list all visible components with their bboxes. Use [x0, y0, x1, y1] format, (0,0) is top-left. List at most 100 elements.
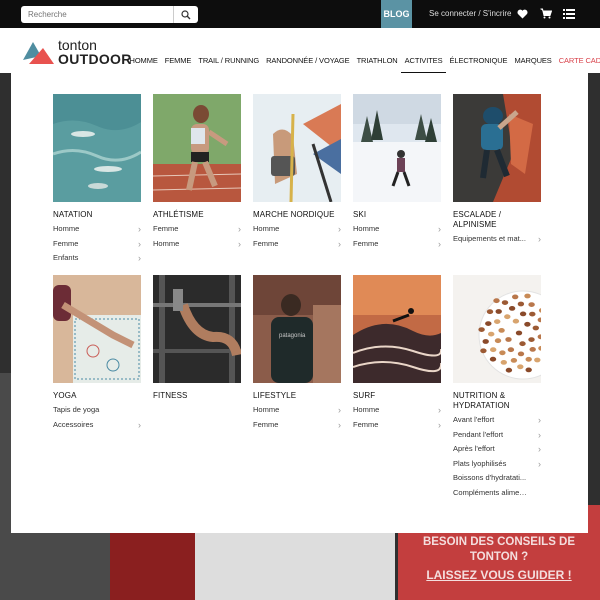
- category-link[interactable]: Accessoires ›: [53, 418, 141, 433]
- site-logo[interactable]: tonton OUTDOOR: [21, 34, 131, 67]
- category-link[interactable]: Homme ›: [353, 222, 441, 237]
- category-link[interactable]: Homme ›: [353, 403, 441, 418]
- category-link[interactable]: Boissons d'hydratati...: [453, 471, 541, 486]
- chevron-right-icon: ›: [238, 238, 241, 249]
- category-link-label: Accessoires: [53, 419, 94, 429]
- search-button[interactable]: [173, 6, 198, 23]
- advice-banner-link[interactable]: LAISSEZ VOUS GUIDER !: [398, 568, 600, 582]
- svg-text:patagonia: patagonia: [279, 333, 306, 339]
- chevron-right-icon: ›: [438, 405, 441, 415]
- category-image-fitness[interactable]: [153, 275, 241, 383]
- category-link-label: Femme: [353, 419, 379, 429]
- category-title[interactable]: YOGA: [53, 391, 141, 401]
- heart-icon[interactable]: [517, 9, 528, 19]
- category-link[interactable]: Femme ›: [353, 418, 441, 433]
- category-links: Homme › Femme ›: [353, 222, 441, 251]
- chevron-right-icon: ›: [538, 415, 541, 425]
- category-link[interactable]: Femme ›: [253, 418, 341, 433]
- category-links: Homme › Femme › Enfants ›: [53, 222, 141, 266]
- category-image-escalade-alpinisme[interactable]: [453, 94, 541, 202]
- category-title[interactable]: NUTRITION & HYDRATATION: [453, 391, 541, 411]
- category-title[interactable]: SKI: [353, 210, 441, 220]
- chevron-right-icon: ›: [338, 238, 341, 249]
- category-image-ski[interactable]: [353, 94, 441, 202]
- category-title[interactable]: NATATION: [53, 210, 141, 220]
- hero-image-center: [195, 533, 395, 600]
- category-link[interactable]: Enfants ›: [53, 251, 141, 266]
- blog-link[interactable]: BLOG: [381, 0, 412, 28]
- nav-item-femme[interactable]: FEMME: [161, 56, 195, 68]
- category-link-label: Homme: [353, 405, 380, 414]
- category-link[interactable]: Equipements et mat... ›: [453, 232, 541, 247]
- category-links: Avant l'effort › Pendant l'effort › Après l'…: [453, 413, 541, 500]
- category-link[interactable]: Homme ›: [53, 222, 141, 237]
- category-image-marche-nordique[interactable]: [253, 94, 341, 202]
- login-link[interactable]: Se connecter / S'incrire: [429, 9, 511, 18]
- chevron-right-icon: ›: [438, 224, 441, 234]
- category-link-label: Pendant l'effort: [453, 429, 504, 439]
- chevron-right-icon: ›: [538, 458, 541, 469]
- category-link-label: Boissons d'hydratati...: [453, 473, 527, 482]
- chevron-right-icon: ›: [138, 224, 141, 234]
- chevron-right-icon: ›: [238, 224, 241, 234]
- nav-item-randonn-e-voyage[interactable]: RANDONNÉE / VOYAGE: [263, 56, 354, 68]
- category-link[interactable]: Homme ›: [253, 403, 341, 418]
- chevron-right-icon: ›: [338, 405, 341, 415]
- category-lifestyle: patagonia LIFESTYLE Homme › Femme ›: [253, 275, 341, 432]
- category-link-label: Femme: [253, 238, 279, 248]
- nav-item-homme[interactable]: HOMME: [126, 56, 161, 68]
- category-image-natation[interactable]: [53, 94, 141, 202]
- chevron-right-icon: ›: [138, 253, 141, 263]
- category-link[interactable]: Femme ›: [53, 237, 141, 252]
- chevron-right-icon: ›: [538, 429, 541, 440]
- category-link[interactable]: Tapis de yoga: [53, 403, 141, 418]
- category-links: Homme › Femme ›: [353, 403, 441, 432]
- category-link-label: Femme: [153, 224, 179, 233]
- nav-item-activites[interactable]: ACTIVITES: [401, 56, 446, 74]
- category-link[interactable]: Pendant l'effort ›: [453, 428, 541, 443]
- search-input[interactable]: [21, 6, 178, 23]
- category-link-label: Enfants: [53, 253, 79, 262]
- category-fitness: FITNESS: [153, 275, 241, 403]
- cart-icon[interactable]: [540, 8, 552, 19]
- category-escalade-alpinisme: ESCALADE / ALPINISME Equipements et mat..…: [453, 94, 541, 247]
- logo-text-bottom: OUTDOOR: [58, 51, 132, 67]
- category-link-label: Avant l'effort: [453, 415, 495, 424]
- category-title[interactable]: ESCALADE / ALPINISME: [453, 210, 541, 230]
- chevron-right-icon: ›: [338, 419, 341, 430]
- menu-icon[interactable]: [563, 9, 575, 19]
- nav-item-carte-cadeau[interactable]: CARTE CADEAU: [555, 56, 600, 68]
- category-link[interactable]: Femme ›: [153, 222, 241, 237]
- category-title[interactable]: ATHLÉTISME: [153, 210, 241, 220]
- category-link[interactable]: Plats lyophilisés ›: [453, 457, 541, 472]
- category-image-nutrition-hydratation[interactable]: [453, 275, 541, 383]
- category-link[interactable]: Avant l'effort ›: [453, 413, 541, 428]
- category-links: Homme › Femme ›: [253, 222, 341, 251]
- category-link[interactable]: Femme ›: [253, 237, 341, 252]
- nav-item-marques[interactable]: MARQUES: [511, 56, 555, 68]
- category-image-yoga[interactable]: [53, 275, 141, 383]
- chevron-right-icon: ›: [338, 224, 341, 234]
- category-image-lifestyle[interactable]: patagonia: [253, 275, 341, 383]
- category-link[interactable]: Homme ›: [153, 237, 241, 252]
- category-title[interactable]: MARCHE NORDIQUE: [253, 210, 341, 220]
- nav-item--lectronique[interactable]: ÉLECTRONIQUE: [446, 56, 511, 68]
- nav-item-trail-running[interactable]: TRAIL / RUNNING: [195, 56, 263, 68]
- category-title[interactable]: FITNESS: [153, 391, 241, 401]
- category-title[interactable]: SURF: [353, 391, 441, 401]
- nav-item-triathlon[interactable]: TRIATHLON: [353, 56, 401, 68]
- category-surf: SURF Homme › Femme ›: [353, 275, 441, 432]
- top-bar: BLOG Se connecter / S'incrire: [0, 0, 600, 28]
- category-link-label: Plats lyophilisés: [453, 458, 507, 468]
- category-image-athletisme[interactable]: [153, 94, 241, 202]
- category-link[interactable]: Femme ›: [353, 237, 441, 252]
- category-link[interactable]: Compléments alimen...: [453, 486, 541, 501]
- main-nav: HOMME FEMME TRAIL / RUNNING RANDONNÉE / VOY…: [126, 56, 600, 74]
- category-link[interactable]: Après l'effort ›: [453, 442, 541, 457]
- category-image-surf[interactable]: [353, 275, 441, 383]
- category-link[interactable]: Homme ›: [253, 222, 341, 237]
- activities-dropdown: NATATION Homme › Femme › Enfants › ATHLÉTISME Fe…: [11, 73, 588, 533]
- chevron-right-icon: ›: [538, 444, 541, 454]
- category-link-label: Homme: [353, 224, 380, 233]
- category-title[interactable]: LIFESTYLE: [253, 391, 341, 401]
